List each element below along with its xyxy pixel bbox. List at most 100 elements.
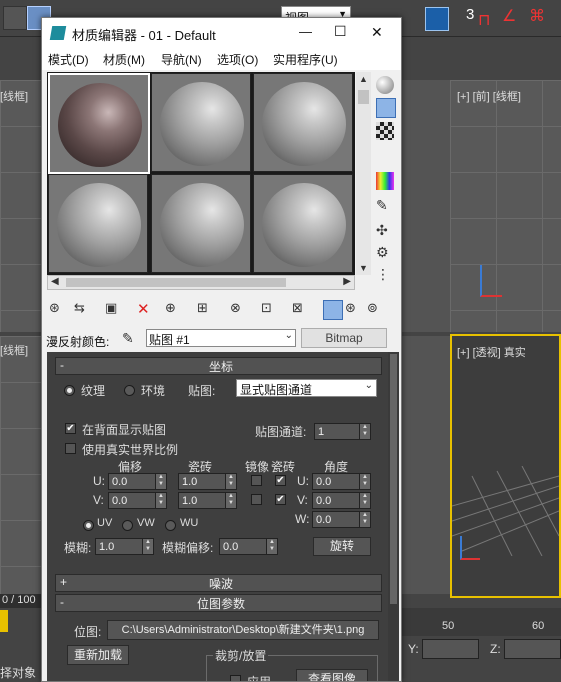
sample-slot[interactable] <box>253 73 353 172</box>
spinner-arrows-icon[interactable]: ▲ ▼ <box>142 539 153 554</box>
pick-from-object-icon[interactable]: ⊚ <box>367 300 385 318</box>
reload-button[interactable]: 重新加载 <box>67 645 129 665</box>
viewport-bottom-middle[interactable] <box>400 336 450 594</box>
map-name-field[interactable]: 贴图 #1 ⌄ <box>146 329 296 347</box>
spinner-arrows-icon[interactable]: ▲ ▼ <box>359 512 370 527</box>
viewport-top-left[interactable]: [线框] <box>0 80 41 332</box>
blur-spinner[interactable]: 1.0 ▲ ▼ <box>95 538 154 555</box>
time-slider-handle[interactable] <box>0 610 8 632</box>
options-icon[interactable]: ✣ <box>376 222 394 240</box>
select-by-material-icon[interactable]: ⚙ <box>376 244 394 262</box>
scroll-thumb[interactable] <box>358 90 369 104</box>
video-color-check-icon[interactable] <box>376 172 394 190</box>
spinner-arrows-icon[interactable]: ▲ ▼ <box>266 539 277 554</box>
coord-y-field[interactable] <box>422 639 479 659</box>
map-type-button[interactable]: Bitmap <box>301 328 387 348</box>
u-tile-checkbox[interactable]: ✔ <box>275 475 286 486</box>
show-end-result-icon[interactable]: ⊠ <box>292 300 310 318</box>
material-map-navigator-icon[interactable]: ⋮ <box>376 266 394 284</box>
viewport-middle-right[interactable] <box>400 80 450 332</box>
v-mirror-checkbox[interactable] <box>251 494 262 505</box>
radio-environment[interactable] <box>124 385 135 396</box>
put-to-scene-icon[interactable]: ⇆ <box>74 300 92 318</box>
rotate-button[interactable]: 旋转 <box>313 537 371 556</box>
put-to-library-icon[interactable]: ⊞ <box>197 300 215 318</box>
spinner-arrows-icon[interactable]: ▲ ▼ <box>225 474 236 489</box>
v-offset-spinner[interactable]: 0.0 ▲ ▼ <box>108 492 167 509</box>
viewport-front[interactable]: [+] [前] [线框] <box>450 80 561 332</box>
spinner-arrows-icon[interactable]: ▲ ▼ <box>359 493 370 508</box>
eyedropper-icon[interactable]: ✎ <box>122 330 134 347</box>
scroll-thumb[interactable] <box>66 278 286 287</box>
make-unique-icon[interactable]: ⊕ <box>165 300 183 318</box>
background-checker-icon[interactable] <box>376 122 394 140</box>
toolbar-button[interactable] <box>3 6 27 30</box>
minimize-button[interactable]: — <box>299 24 312 39</box>
make-preview-icon[interactable]: ✎ <box>376 197 394 215</box>
radio-wu[interactable] <box>165 520 176 531</box>
go-to-parent-icon[interactable] <box>323 300 343 320</box>
get-material-icon[interactable]: ⊛ <box>49 300 67 318</box>
coordinates-rollout-header[interactable]: - 坐标 <box>55 357 382 375</box>
menu-navigation[interactable]: 导航(N) <box>161 51 202 68</box>
radio-texture[interactable] <box>64 385 75 396</box>
u-mirror-checkbox[interactable] <box>251 475 262 486</box>
assign-to-selection-icon[interactable]: ▣ <box>105 300 123 318</box>
sample-slot[interactable] <box>48 174 148 273</box>
title-bar[interactable]: 材质编辑器 - 01 - Default — ☐ ✕ <box>42 18 401 48</box>
radio-uv[interactable] <box>83 520 94 531</box>
spinner-arrows-icon[interactable]: ▲ ▼ <box>359 424 370 439</box>
show-on-back-checkbox[interactable]: ✔ <box>65 423 76 434</box>
apply-checkbox[interactable] <box>230 675 241 681</box>
timeline[interactable]: 0 / 100 <box>0 594 41 608</box>
sample-slot[interactable] <box>151 174 251 273</box>
blur-offset-spinner[interactable]: 0.0 ▲ ▼ <box>219 538 278 555</box>
snap-icon[interactable] <box>425 7 449 31</box>
horizontal-scrollbar[interactable]: ◀ ▶ <box>47 275 355 290</box>
v-tile-checkbox[interactable]: ✔ <box>275 494 286 505</box>
u-offset-spinner[interactable]: 0.0 ▲ ▼ <box>108 473 167 490</box>
spinner-arrows-icon[interactable]: ▲ ▼ <box>155 493 166 508</box>
scroll-left-icon[interactable]: ◀ <box>51 276 59 287</box>
w-angle-spinner[interactable]: 0.0 ▲ ▼ <box>312 511 371 528</box>
close-button[interactable]: ✕ <box>371 24 383 41</box>
scroll-right-icon[interactable]: ▶ <box>343 276 351 287</box>
sample-type-icon[interactable] <box>376 76 394 94</box>
spinner-snap-icon[interactable]: ⌘ <box>529 6 551 28</box>
menu-material[interactable]: 材质(M) <box>103 51 145 68</box>
viewport-perspective[interactable]: [+] [透视] 真实 <box>450 334 561 598</box>
coord-z-field[interactable] <box>504 639 561 659</box>
percent-snap-icon[interactable]: ∠ <box>502 6 524 28</box>
go-forward-sibling-icon[interactable]: ⊛ <box>345 300 363 318</box>
mapping-dropdown[interactable]: 显式贴图通道 ⌄ <box>236 379 377 397</box>
v-tiling-spinner[interactable]: 1.0 ▲ ▼ <box>178 492 237 509</box>
spinner-arrows-icon[interactable]: ▲ ▼ <box>359 474 370 489</box>
spinner-arrows-icon[interactable]: ▲ ▼ <box>225 493 236 508</box>
sample-slot[interactable] <box>151 73 251 172</box>
show-map-icon[interactable]: ⊡ <box>261 300 279 318</box>
sample-slot[interactable] <box>48 73 150 174</box>
restore-button[interactable]: ☐ <box>334 23 347 40</box>
spinner-arrows-icon[interactable]: ▲ ▼ <box>155 474 166 489</box>
angle-snap-icon[interactable]: ⊓ <box>478 10 500 32</box>
bitmap-params-rollout-header[interactable]: - 位图参数 <box>55 594 382 612</box>
menu-options[interactable]: 选项(O) <box>217 51 258 68</box>
panel-scrollbar[interactable] <box>388 352 399 681</box>
radio-vw[interactable] <box>122 520 133 531</box>
u-angle-spinner[interactable]: 0.0 ▲ ▼ <box>312 473 371 490</box>
noise-rollout-header[interactable]: + 噪波 <box>55 574 382 592</box>
bitmap-path-button[interactable]: C:\Users\Administrator\Desktop\新建文件夹\1.p… <box>107 620 379 640</box>
vertical-scrollbar[interactable]: ▲ ▼ <box>356 72 371 275</box>
viewport-left[interactable]: [线框] <box>0 336 41 594</box>
menu-mode[interactable]: 模式(D) <box>48 51 89 68</box>
v-angle-spinner[interactable]: 0.0 ▲ ▼ <box>312 492 371 509</box>
backlight-icon[interactable] <box>376 98 396 118</box>
reset-map-icon[interactable]: ✕ <box>137 300 155 318</box>
scroll-up-icon[interactable]: ▲ <box>359 74 368 84</box>
view-image-button[interactable]: 查看图像 <box>296 669 368 681</box>
scroll-thumb[interactable] <box>390 354 397 604</box>
map-channel-spinner[interactable]: 1 ▲ ▼ <box>314 423 371 440</box>
u-tiling-spinner[interactable]: 1.0 ▲ ▼ <box>178 473 237 490</box>
track-ruler[interactable]: 50 60 <box>400 608 561 636</box>
menu-utilities[interactable]: 实用程序(U) <box>273 51 338 68</box>
